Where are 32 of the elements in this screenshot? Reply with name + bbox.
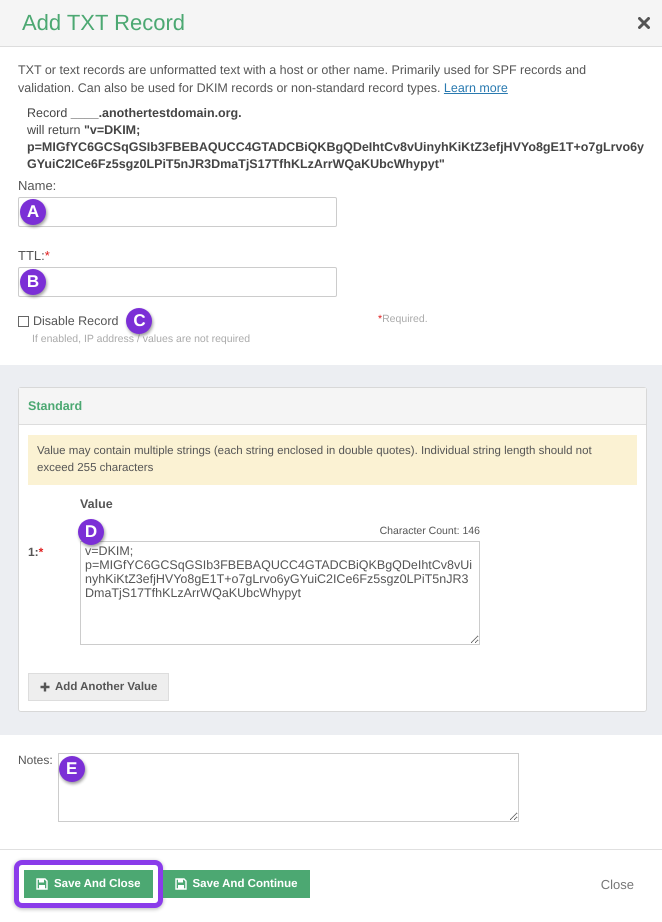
close-icon[interactable] [638,17,650,29]
add-value-button[interactable]: Add Another Value [28,673,170,701]
save-button[interactable]: Save And Close [24,870,152,898]
character-count: Character Count: 146 [380,525,480,537]
panel-title: Standard [28,399,82,413]
checkbox[interactable] [18,316,29,326]
input-field[interactable] [18,197,337,227]
column-heading: Value [80,497,113,511]
required-mark: * [38,545,44,559]
learn-more-link[interactable]: Learn more [444,81,508,95]
callout-badge: D [78,519,104,545]
field-label: Name: [18,178,56,193]
plus-icon [40,682,50,692]
input-field[interactable] [18,267,337,297]
value-textarea[interactable]: v=DKIM; p=MIGfYC6GCSqGSIb3FBEBAQUCC4GTADCBiQKBgQDeIhtCv8vUinyhKiKtZ3efjHVYo8gE1T+o7gLrvo6yGYuiC2ICe6Fz5sgz0LPiT5nJR3DmaTjS17TfhKLzArrWQaKUbcWhypyt [80,541,480,645]
dialog-title: Add TXT Record [22,10,186,36]
checkbox-label[interactable]: Disable Record [33,314,118,328]
row-index: 1: [28,545,39,559]
notice-text: Value may contain multiple strings (each string enclosed in double quotes). Individual string length should not exceed 255 characters [37,445,592,474]
field-label: TTL: [18,248,45,263]
hint-text: If enabled, IP address / values are not required [31,333,252,345]
record-preview-text: will return "v=DKIM; [27,122,142,139]
intro-text: TXT or text records are unformatted text with a host or other name. Primarily used for SPF records and validation. Can also be used for DKIM records or non-standard record types. Learn more [18,62,588,97]
save-button[interactable]: Save And Continue [162,870,310,898]
required-mark: * [378,313,382,325]
record-preview-text: p=MIGfYC6GCSqGSIb3FBEBAQUCC4GTADCBiQKBgQDeIhtCv8vUinyhKiKtZ3efjHVYo8gE1T+o7gLrvo6yGYuiC2ICe6Fz5sgz0LPiT5nJR3DmaTjS17TfhKLzArrWQaKUbcWhypyt" [27,139,644,173]
required-note: Required. [382,313,428,325]
record-preview-text: Record ____.anothertestdomain.org. [27,105,243,122]
required-mark: * [44,248,50,263]
notes-label: Notes: [18,753,53,769]
callout-badge: C [126,308,152,334]
close-link[interactable]: Close [600,876,634,892]
